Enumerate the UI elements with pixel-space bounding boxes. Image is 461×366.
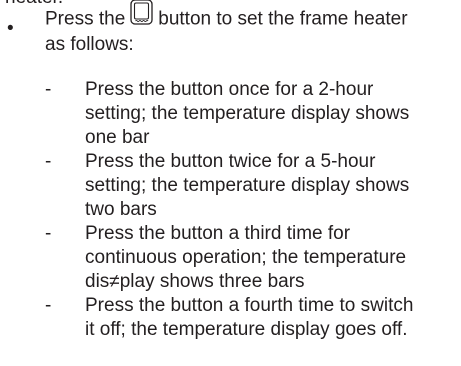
sub-item-text: Press the button once for a 2-hour setti…: [85, 78, 455, 150]
sub-item-line: two bars: [85, 199, 157, 220]
bullet-line-1: Press the button to set the frame heater: [45, 0, 455, 33]
sub-item-dash: -: [45, 151, 52, 172]
sub-item-text: Press the button twice for a 5-hour sett…: [85, 150, 455, 222]
sub-item-line: one bar: [85, 127, 150, 148]
manual-page: heater. • Press thebutton to set the fra…: [0, 0, 461, 366]
sub-item-line: continuous operation; the temperature: [85, 247, 407, 268]
bullet-text-before-icon: Press the: [45, 8, 126, 30]
sub-item-line: setting; the temperature display shows: [85, 175, 410, 196]
bullet-item-instruction: Press the button to set the frame heater …: [45, 0, 455, 57]
sub-item-line: Press the button a fourth time to switch: [85, 295, 414, 316]
sub-item-line: Press the button once for a 2-hour: [85, 79, 374, 100]
bullet-marker: •: [7, 18, 14, 39]
sub-item-line: setting; the temperature display shows: [85, 103, 410, 124]
sub-item-line: it off; the temperature display goes off…: [85, 319, 408, 340]
sub-item-text: Press the button a fourth time to switch…: [85, 294, 455, 342]
bullet-text-after-icon: button to set the frame heater: [158, 8, 408, 30]
frame-heater-button-icon: [130, 0, 153, 32]
sub-item-dash: -: [45, 79, 52, 100]
sub-item-line: dis≠play shows three bars: [85, 271, 305, 292]
sub-item-line: Press the button twice for a 5-hour: [85, 151, 376, 172]
sub-item-line: Press the button a third time for: [85, 223, 351, 244]
sub-item-text: Press the button a third time for contin…: [85, 222, 455, 294]
sub-item-dash: -: [45, 223, 52, 244]
bullet-line-2: as follows:: [45, 34, 134, 55]
sub-item-dash: -: [45, 295, 52, 316]
